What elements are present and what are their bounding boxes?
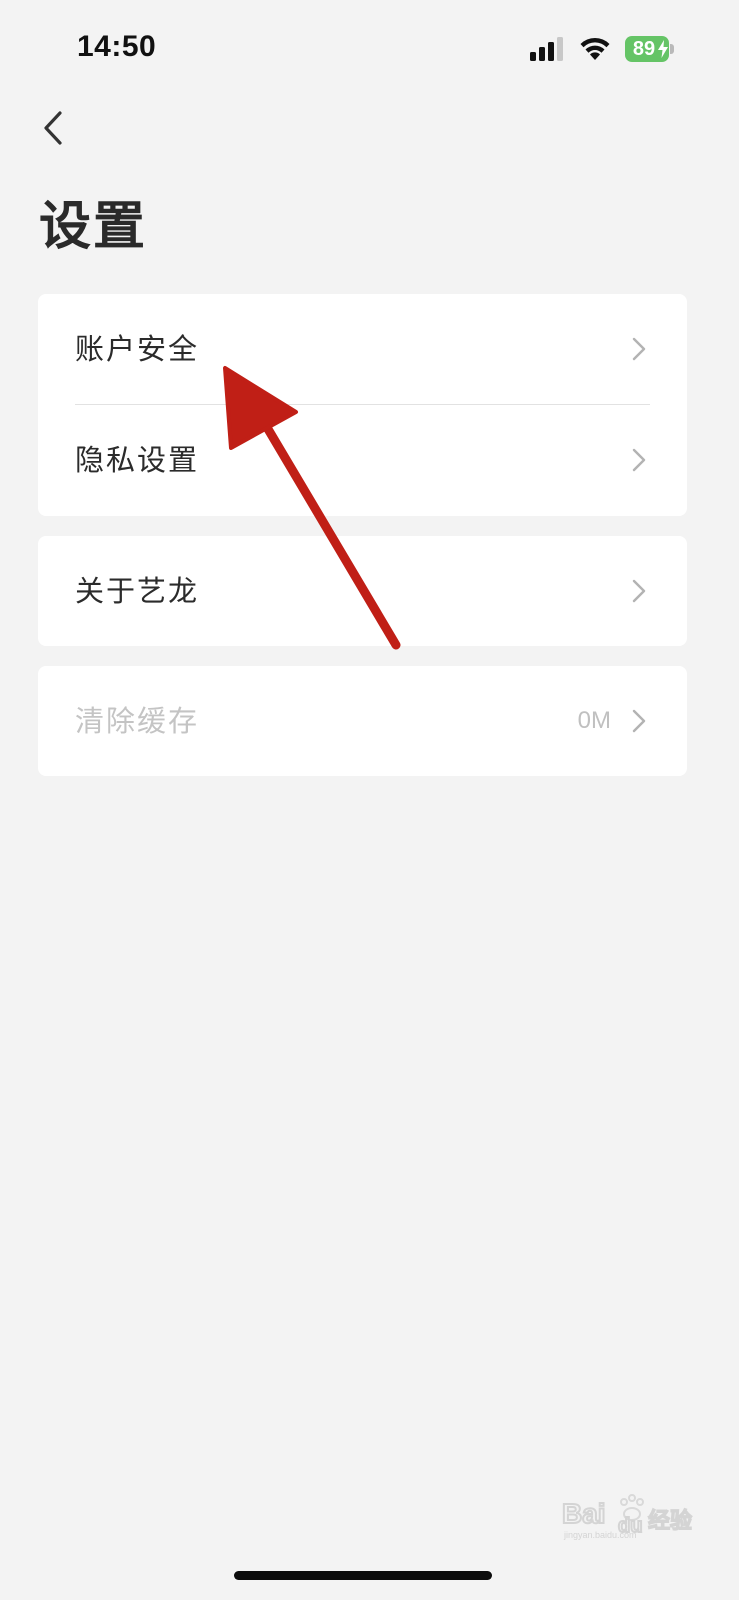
clear-cache-item[interactable]: 清除缓存 0M (38, 666, 687, 776)
back-button[interactable] (28, 100, 78, 156)
home-indicator (234, 1571, 492, 1580)
chevron-right-icon (632, 337, 646, 361)
cellular-signal-icon (530, 37, 563, 61)
chevron-right-icon (632, 579, 646, 603)
chevron-left-icon (44, 111, 62, 145)
battery-icon: 89 (625, 36, 674, 62)
chevron-right-icon (632, 709, 646, 733)
clear-cache-label: 清除缓存 (75, 704, 200, 738)
about-label: 关于艺龙 (75, 574, 200, 608)
account-security-item[interactable]: 账户安全 (38, 294, 687, 404)
wifi-icon (580, 37, 610, 60)
settings-group-about: 关于艺龙 (38, 536, 687, 646)
account-security-label: 账户安全 (75, 332, 200, 366)
svg-text:经验: 经验 (648, 1509, 692, 1534)
privacy-settings-label: 隐私设置 (75, 443, 200, 477)
cache-size-value: 0M (577, 707, 611, 734)
battery-cap (670, 44, 674, 54)
charging-bolt-icon (658, 40, 668, 58)
battery-percent: 89 (632, 38, 656, 60)
status-bar: 14:50 89 (0, 0, 739, 96)
settings-group-cache: 清除缓存 0M (38, 666, 687, 776)
svg-text:Bai: Bai (562, 1498, 606, 1529)
status-time: 14:50 (77, 30, 157, 63)
privacy-settings-item[interactable]: 隐私设置 (38, 405, 687, 515)
baidu-jingyan-watermark-icon: Bai du 经验 jingyan.baidu.com (561, 1494, 693, 1540)
chevron-right-icon (632, 448, 646, 472)
page-title: 设置 (39, 197, 148, 257)
about-item[interactable]: 关于艺龙 (38, 536, 687, 646)
svg-text:jingyan.baidu.com: jingyan.baidu.com (563, 1530, 637, 1540)
settings-group-account: 账户安全 隐私设置 (38, 294, 687, 516)
